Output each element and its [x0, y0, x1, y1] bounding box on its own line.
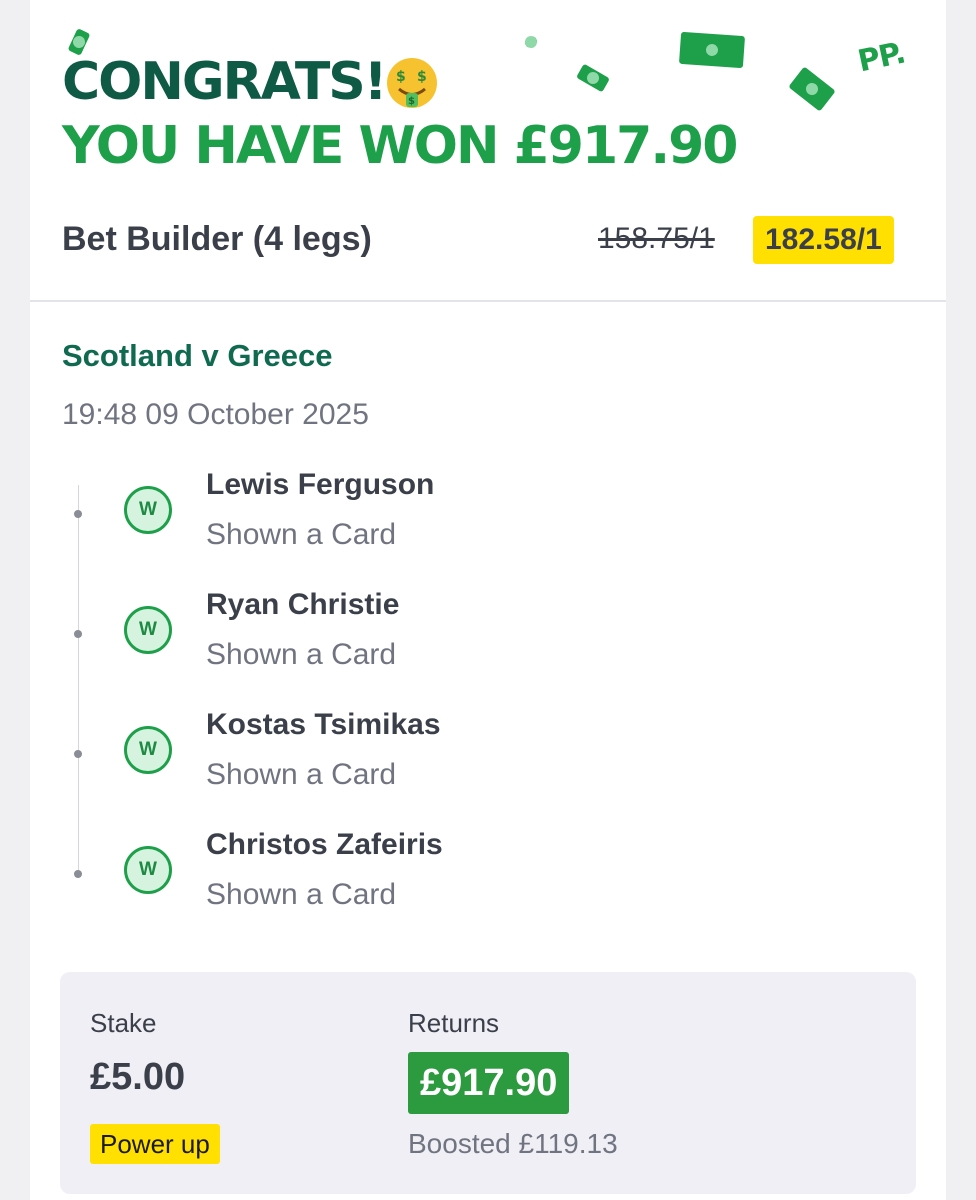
- money-bill-icon: [523, 35, 539, 49]
- money-bill-icon: [576, 63, 610, 93]
- bet-leg: W Kostas Tsimikas Shown a Card: [30, 700, 946, 810]
- win-badge-icon: W: [124, 486, 172, 534]
- money-mouth-face-emoji: $ $ $: [387, 58, 437, 108]
- header-divider: [30, 300, 946, 302]
- leg-player-name: Ryan Christie: [206, 588, 400, 621]
- boosted-odds-badge: 182.58/1: [753, 216, 894, 264]
- bet-type-title: Bet Builder (4 legs): [62, 220, 372, 258]
- svg-text:$: $: [408, 96, 415, 107]
- win-badge-icon: W: [124, 606, 172, 654]
- bet-receipt-card: PP. CONGRATS! $ $ $ YOU HAVE WON £917.90…: [30, 0, 946, 1200]
- leg-market: Shown a Card: [206, 518, 397, 551]
- timeline-dot: [74, 510, 82, 518]
- leg-market: Shown a Card: [206, 758, 397, 791]
- leg-market: Shown a Card: [206, 878, 397, 911]
- power-up-badge: Power up: [90, 1124, 220, 1164]
- leg-market: Shown a Card: [206, 638, 397, 671]
- stake-label: Stake: [90, 1008, 157, 1038]
- win-badge-icon: W: [124, 846, 172, 894]
- match-datetime: 19:48 09 October 2025: [62, 398, 369, 431]
- svg-text:$: $: [417, 69, 427, 85]
- money-bill-icon: [788, 66, 836, 112]
- svg-text:$: $: [396, 69, 406, 85]
- timeline-dot: [74, 870, 82, 878]
- congrats-heading: CONGRATS!: [62, 52, 387, 112]
- won-amount-heading: YOU HAVE WON £917.90: [62, 116, 738, 176]
- returns-value: £917.90: [408, 1052, 570, 1114]
- win-badge-icon: W: [124, 726, 172, 774]
- timeline-dot: [74, 630, 82, 638]
- bet-summary-panel: Stake £5.00 Power up Returns £917.90 Boo…: [60, 972, 916, 1194]
- leg-player-name: Kostas Tsimikas: [206, 708, 441, 741]
- leg-player-name: Lewis Ferguson: [206, 468, 435, 501]
- bet-leg: W Lewis Ferguson Shown a Card: [30, 460, 946, 570]
- win-header: PP. CONGRATS! $ $ $ YOU HAVE WON £917.90…: [30, 0, 946, 300]
- stake-value: £5.00: [90, 1056, 186, 1098]
- leg-player-name: Christos Zafeiris: [206, 828, 443, 861]
- bet-leg: W Ryan Christie Shown a Card: [30, 580, 946, 690]
- returns-label: Returns: [408, 1008, 500, 1038]
- timeline-dot: [74, 750, 82, 758]
- paddy-power-logo: PP.: [854, 35, 909, 80]
- original-odds: 158.75/1: [598, 222, 715, 255]
- money-bill-icon: [678, 31, 746, 69]
- match-title[interactable]: Scotland v Greece: [62, 338, 333, 374]
- boosted-amount: Boosted £119.13: [408, 1128, 618, 1159]
- bet-leg: W Christos Zafeiris Shown a Card: [30, 820, 946, 930]
